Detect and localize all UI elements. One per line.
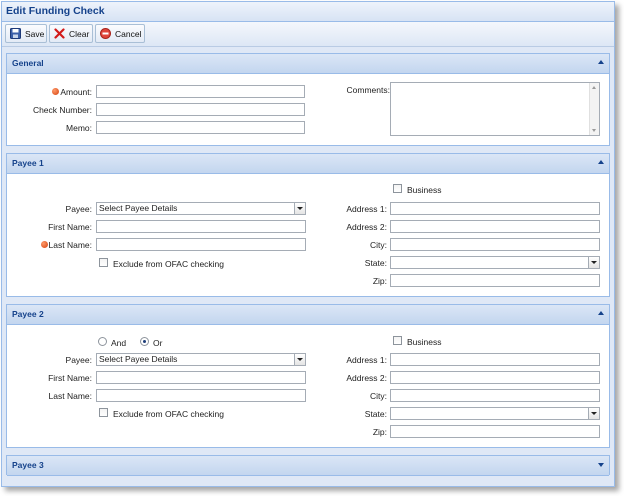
- city-label: City:: [370, 240, 387, 250]
- exclude-ofac-checkbox[interactable]: [99, 258, 108, 267]
- dialog-title: Edit Funding Check: [6, 5, 105, 17]
- payee-1-panel-header[interactable]: Payee 1: [7, 154, 609, 174]
- payee-label: Payee:: [65, 355, 92, 365]
- address-2-label: Address 2:: [346, 373, 387, 383]
- chevron-down-icon[interactable]: [294, 203, 305, 214]
- payee-label: Payee:: [65, 204, 92, 214]
- payee-select[interactable]: Select Payee Details: [96, 353, 306, 366]
- first-name-input[interactable]: [96, 220, 306, 233]
- address-2-label: Address 2:: [346, 222, 387, 232]
- first-name-label: First Name:: [48, 373, 92, 383]
- zip-input[interactable]: [390, 274, 600, 287]
- and-radio[interactable]: [98, 337, 107, 346]
- amount-input[interactable]: [96, 85, 305, 98]
- red-x-icon: [54, 28, 65, 39]
- memo-label: Memo:: [66, 123, 92, 133]
- city-input[interactable]: [390, 389, 600, 402]
- payee-1-panel-title: Payee 1: [12, 158, 44, 168]
- general-panel-title: General: [12, 58, 44, 68]
- clear-button[interactable]: Clear: [49, 24, 93, 43]
- title-bar: Edit Funding Check: [2, 2, 614, 22]
- comments-textarea[interactable]: [390, 82, 600, 136]
- amount-label: Amount:: [60, 87, 92, 97]
- payee-1-panel: Payee 1 Business Payee: Select Payee Det…: [6, 153, 610, 297]
- payee-2-panel-header[interactable]: Payee 2: [7, 305, 609, 325]
- collapse-icon[interactable]: [598, 160, 604, 164]
- cancel-icon: [100, 28, 111, 39]
- city-label: City:: [370, 391, 387, 401]
- chevron-down-icon[interactable]: [588, 257, 599, 268]
- save-label: Save: [25, 28, 45, 39]
- state-select[interactable]: [390, 256, 600, 269]
- edit-funding-check-dialog: Edit Funding Check Save Clear Cancel Gen…: [1, 1, 615, 487]
- exclude-ofac-label: Exclude from OFAC checking: [113, 259, 225, 269]
- check-number-input[interactable]: [96, 103, 305, 116]
- comments-label: Comments:: [346, 85, 390, 95]
- toolbar: Save Clear Cancel: [2, 22, 614, 47]
- payee-3-panel-header[interactable]: Payee 3: [7, 456, 609, 476]
- payee-2-panel: Payee 2 And Or Business Payee: Select Pa…: [6, 304, 610, 448]
- exclude-ofac-label: Exclude from OFAC checking: [113, 409, 225, 419]
- first-name-label: First Name:: [48, 222, 92, 232]
- first-name-input[interactable]: [96, 371, 306, 384]
- zip-label: Zip:: [372, 276, 387, 286]
- city-input[interactable]: [390, 238, 600, 251]
- business-checkbox[interactable]: [393, 184, 402, 193]
- collapse-icon[interactable]: [598, 311, 604, 315]
- memo-input[interactable]: [96, 121, 305, 134]
- exclude-ofac-checkbox[interactable]: [99, 408, 108, 417]
- address-2-input[interactable]: [390, 371, 600, 384]
- cancel-label: Cancel: [115, 28, 142, 39]
- state-label: State:: [364, 258, 387, 268]
- scroll-down-icon[interactable]: [592, 129, 596, 132]
- expand-icon[interactable]: [598, 463, 604, 467]
- check-number-label: Check Number:: [32, 105, 92, 115]
- clear-label: Clear: [69, 28, 90, 39]
- payee-3-panel-title: Payee 3: [12, 460, 44, 470]
- payee-2-panel-title: Payee 2: [12, 309, 44, 319]
- state-select[interactable]: [390, 407, 600, 420]
- payee-3-panel: Payee 3: [6, 455, 610, 476]
- business-label: Business: [407, 337, 442, 347]
- save-button[interactable]: Save: [5, 24, 47, 43]
- general-panel: General Amount: Check Number: Memo: Comm…: [6, 53, 610, 146]
- or-label: Or: [153, 338, 163, 348]
- address-2-input[interactable]: [390, 220, 600, 233]
- required-icon: [41, 241, 48, 248]
- last-name-label: Last Name:: [48, 240, 92, 250]
- scroll-up-icon[interactable]: [592, 86, 596, 89]
- address-1-label: Address 1:: [346, 355, 387, 365]
- zip-label: Zip:: [372, 427, 387, 437]
- and-label: And: [111, 338, 127, 348]
- last-name-input[interactable]: [96, 389, 306, 402]
- scrollbar[interactable]: [589, 83, 599, 135]
- chevron-down-icon[interactable]: [294, 354, 305, 365]
- required-icon: [52, 88, 59, 95]
- state-label: State:: [364, 409, 387, 419]
- payee-select[interactable]: Select Payee Details: [96, 202, 306, 215]
- last-name-input[interactable]: [96, 238, 306, 251]
- last-name-label: Last Name:: [48, 391, 92, 401]
- collapse-icon[interactable]: [598, 60, 604, 64]
- business-checkbox[interactable]: [393, 336, 402, 345]
- business-label: Business: [407, 185, 442, 195]
- payee-select-value: Select Payee Details: [99, 203, 178, 213]
- address-1-input[interactable]: [390, 202, 600, 215]
- chevron-down-icon[interactable]: [588, 408, 599, 419]
- zip-input[interactable]: [390, 425, 600, 438]
- payee-select-value: Select Payee Details: [99, 354, 178, 364]
- general-panel-header[interactable]: General: [7, 54, 609, 74]
- cancel-button[interactable]: Cancel: [95, 24, 145, 43]
- address-1-label: Address 1:: [346, 204, 387, 214]
- or-radio[interactable]: [140, 337, 149, 346]
- floppy-disk-icon: [10, 28, 21, 39]
- address-1-input[interactable]: [390, 353, 600, 366]
